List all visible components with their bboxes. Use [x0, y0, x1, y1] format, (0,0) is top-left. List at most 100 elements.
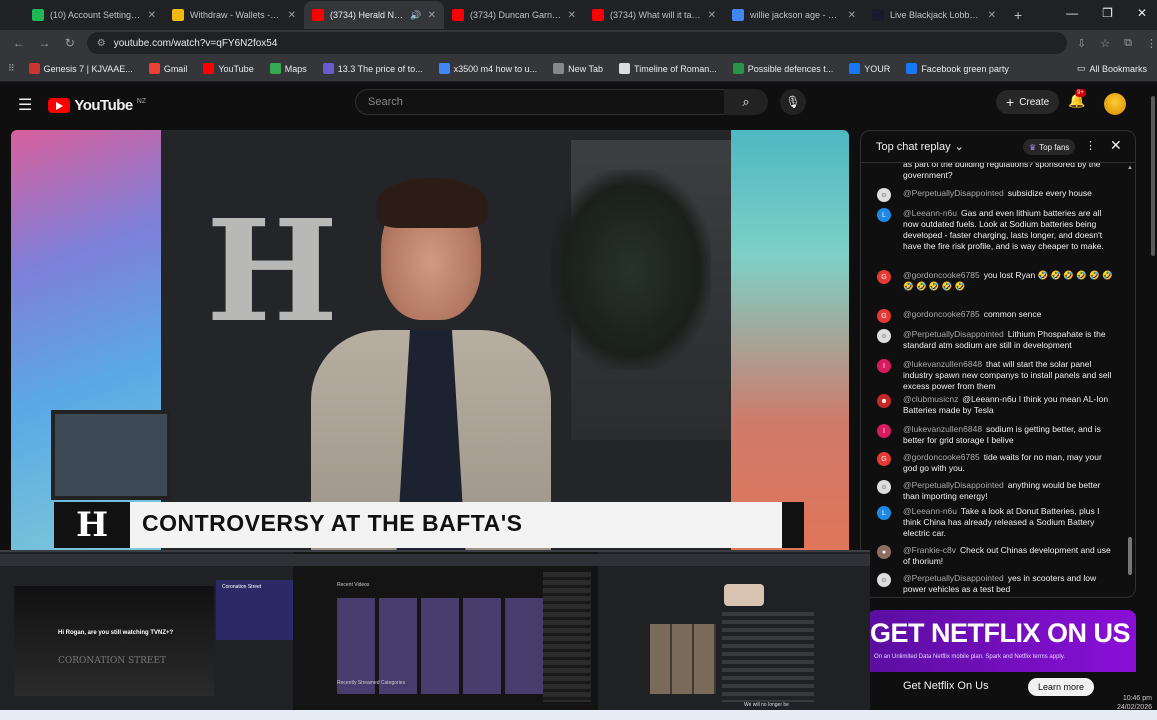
bookmark-item[interactable]: YouTube [203, 63, 254, 74]
minimize-icon[interactable]: — [1066, 6, 1078, 20]
chat-message[interactable]: G @gordoncooke6785 tide waits for no man, … [877, 452, 1113, 474]
bookmark-item[interactable]: x3500 m4 how to u... [438, 63, 537, 74]
bookmark-item[interactable]: Gmail [148, 63, 187, 74]
chat-message[interactable]: ☺ @PerpetuallyDisappointed Lithium Phospah… [877, 329, 1113, 351]
chat-author[interactable]: @PerpetuallyDisappointed [903, 188, 1004, 198]
chat-message-list[interactable]: as part of the building regulations? spo… [861, 163, 1127, 597]
close-window-icon[interactable]: ✕ [1137, 6, 1147, 20]
tab-close-icon[interactable]: ✕ [848, 10, 856, 21]
chat-author[interactable]: @gordoncooke6785 [903, 270, 980, 280]
chat-message[interactable]: L @Leeann-n6u Take a look at Donut Batteri… [877, 506, 1113, 539]
chat-scroll-thumb[interactable] [1128, 537, 1132, 575]
tab-close-icon[interactable]: ✕ [708, 10, 716, 21]
bookmark-star-icon[interactable]: ☆ [1100, 37, 1110, 50]
apps-grid-icon[interactable]: ⠿ [8, 63, 15, 74]
back-icon[interactable]: ← [12, 36, 26, 50]
chat-author[interactable]: @gordoncooke6785 [903, 452, 980, 462]
video-player[interactable]: H H CONTROVERSY AT THE BAFTA'S [11, 130, 849, 550]
chat-message[interactable]: I @lukevanzullen6848 that will start the s… [877, 359, 1113, 392]
chat-author[interactable]: @lukevanzullen6848 [903, 424, 982, 434]
chat-avatar[interactable]: G [877, 309, 891, 323]
bookmark-item[interactable]: Facebook green party [906, 63, 1009, 74]
chat-avatar[interactable]: L [877, 208, 891, 222]
chat-author[interactable]: @Leeann-n6u [903, 506, 957, 516]
menu-icon[interactable]: ⋮ [1146, 37, 1157, 50]
chat-message[interactable]: ☻ @clubmusicnz @Leeann-n6u I think you mea… [877, 394, 1113, 416]
chevron-down-icon[interactable]: ⌄ [955, 140, 964, 153]
tab-close-icon[interactable]: ✕ [568, 10, 576, 21]
chat-author[interactable]: @lukevanzullen6848 [903, 359, 982, 369]
browser-tab[interactable]: (10) Account Settings / S ✕ [24, 1, 164, 29]
chat-author[interactable]: @PerpetuallyDisappointed [903, 329, 1004, 339]
bookmark-item[interactable]: 13.3 The price of to... [322, 63, 423, 74]
chat-avatar[interactable]: I [877, 424, 891, 438]
chat-message[interactable]: ☺ @PerpetuallyDisappointed subsidize every… [877, 188, 1113, 202]
reload-icon[interactable]: ↻ [63, 36, 77, 50]
chat-avatar[interactable]: ☺ [877, 329, 891, 343]
chat-avatar[interactable]: ☺ [877, 480, 891, 494]
notifications-button[interactable]: 🔔 9+ [1068, 89, 1086, 109]
voice-search-button[interactable]: 🎙 [780, 89, 806, 115]
tab-audio-icon[interactable]: 🔊 [410, 10, 421, 21]
account-avatar[interactable] [1104, 93, 1126, 115]
learn-more-button[interactable]: Learn more [1028, 678, 1095, 696]
chat-mode-dropdown[interactable]: Top chat replay [876, 141, 951, 153]
chat-avatar[interactable]: L [877, 506, 891, 520]
tab-close-icon[interactable]: ✕ [428, 10, 436, 21]
browser-tab[interactable]: willie jackson age - Goo ✕ [724, 1, 864, 29]
chat-author[interactable]: @Leeann-n6u [903, 208, 957, 218]
chat-scrollbar[interactable] [1128, 167, 1132, 587]
browser-tab[interactable]: (3734) What will it take N ✕ [584, 1, 724, 29]
chat-avatar[interactable]: G [877, 270, 891, 284]
browser-tab[interactable]: (3734) Herald NOW 🔊 ✕ [304, 1, 444, 29]
bookmark-item[interactable]: Timeline of Roman... [619, 63, 717, 74]
chat-more-icon[interactable]: ⋮ [1085, 139, 1096, 152]
browser-tab[interactable]: Live Blackjack Lobby - Pl ✕ [864, 1, 1004, 29]
top-fans-button[interactable]: ♛ Top fans [1023, 139, 1076, 155]
chat-message[interactable]: ☺ @PerpetuallyDisappointed anything would … [877, 480, 1113, 502]
bookmark-item[interactable]: Maps [269, 63, 307, 74]
tab-close-icon[interactable]: ✕ [988, 10, 996, 21]
chat-author[interactable]: @clubmusicnz [903, 394, 958, 404]
browser-tab[interactable]: (3734) Duncan Garner R ✕ [444, 1, 584, 29]
site-info-icon[interactable]: ⚙ [97, 38, 106, 49]
close-chat-icon[interactable]: ✕ [1110, 137, 1122, 154]
hamburger-menu-icon[interactable]: ☰ [18, 95, 32, 115]
bookmark-item[interactable]: Genesis 7 | KJVAAE... [28, 63, 133, 74]
preview-kick[interactable]: Recent Videos Recently Streamed Categori… [293, 550, 598, 710]
chat-message[interactable]: as part of the building regulations? spo… [877, 163, 1113, 181]
chat-message[interactable]: G @gordoncooke6785 you lost Ryan 🤣 🤣 🤣 🤣 🤣… [877, 270, 1113, 292]
chat-message[interactable]: ● @Frankie-c8v Check out Chinas developmen… [877, 545, 1113, 567]
chat-avatar[interactable]: ☺ [877, 573, 891, 587]
search-input[interactable]: Search [355, 89, 725, 115]
page-scrollbar[interactable] [1151, 96, 1155, 256]
address-bar[interactable]: ⚙ youtube.com/watch?v=qFY6N2fox54 [86, 32, 1068, 54]
tab-close-icon[interactable]: ✕ [288, 10, 296, 21]
chat-avatar[interactable]: G [877, 452, 891, 466]
chat-message[interactable]: ☺ @PerpetuallyDisappointed yes in scooters… [877, 573, 1113, 595]
search-button[interactable]: ⌕ [724, 89, 768, 115]
chat-author[interactable]: @gordoncooke6785 [903, 309, 980, 319]
preview-tvnz[interactable]: Hi Rogan, are you still watching TVNZ+? … [0, 550, 293, 710]
bookmark-item[interactable]: YOUR [849, 63, 890, 74]
netflix-ad[interactable]: GET NETFLIX ON US On an Unlimited Data N… [868, 610, 1136, 700]
chat-author[interactable]: @PerpetuallyDisappointed [903, 480, 1004, 490]
chat-avatar[interactable]: ☻ [877, 394, 891, 408]
extensions-icon[interactable]: ⧉ [1124, 37, 1132, 50]
all-bookmarks[interactable]: ▭ All Bookmarks [1077, 63, 1147, 74]
restore-icon[interactable]: ❐ [1102, 6, 1113, 20]
chat-avatar[interactable]: ● [877, 545, 891, 559]
bookmark-item[interactable]: New Tab [553, 63, 603, 74]
chat-message[interactable]: G @gordoncooke6785 common sence [877, 309, 1113, 323]
chat-message[interactable]: I @lukevanzullen6848 sodium is getting bet… [877, 424, 1113, 446]
browser-tab[interactable]: Withdraw - Wallets - Bin ✕ [164, 1, 304, 29]
youtube-logo[interactable]: YouTube NZ [48, 97, 146, 114]
chat-author[interactable]: @PerpetuallyDisappointed [903, 573, 1004, 583]
forward-icon[interactable]: → [38, 36, 52, 50]
chat-message[interactable]: L @Leeann-n6u Gas and even lithium batteri… [877, 208, 1113, 252]
create-button[interactable]: + Create [996, 90, 1060, 114]
new-tab-button[interactable]: + [1014, 7, 1022, 23]
preview-social[interactable]: We will no longer be [598, 550, 870, 710]
chat-avatar[interactable]: ☺ [877, 188, 891, 202]
chat-author[interactable]: @Frankie-c8v [903, 545, 956, 555]
